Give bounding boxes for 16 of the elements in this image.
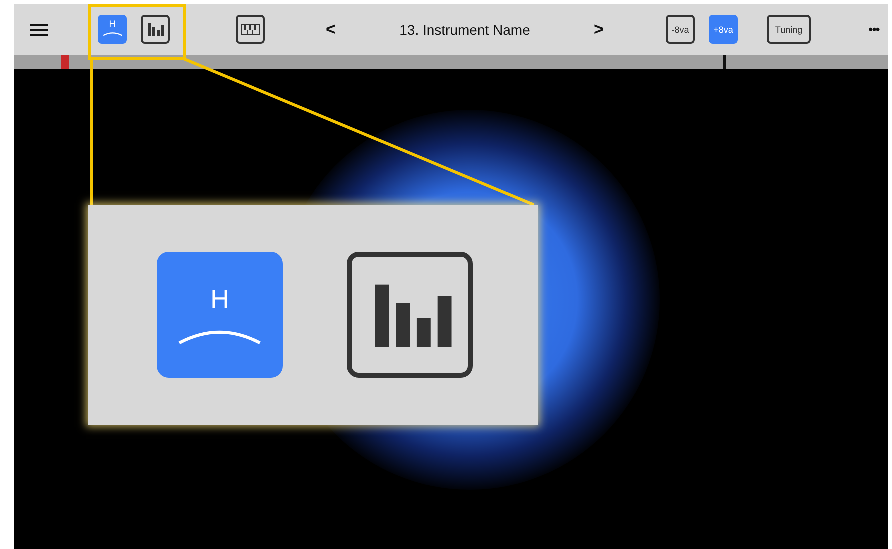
harmonic-tile: H — [157, 252, 283, 378]
tick-mark — [723, 55, 726, 69]
bar-graph-button[interactable] — [141, 15, 170, 44]
menu-icon[interactable] — [30, 22, 50, 36]
octave-button[interactable]: +8va — [709, 15, 738, 44]
instrument-title: 13. Instrument Name — [398, 22, 532, 38]
octave-button[interactable]: -8va — [666, 15, 695, 44]
previous-button[interactable]: < — [325, 20, 337, 40]
next-button[interactable]: > — [593, 20, 605, 40]
position-marker — [61, 55, 69, 69]
piano-keys-icon — [241, 24, 260, 35]
tuning-button[interactable]: Tuning — [767, 15, 811, 44]
harmonic-button[interactable]: H — [98, 15, 127, 44]
more-button[interactable]: ••• — [863, 22, 885, 37]
piano-keys-button[interactable] — [236, 15, 265, 44]
arc-icon — [102, 31, 122, 36]
